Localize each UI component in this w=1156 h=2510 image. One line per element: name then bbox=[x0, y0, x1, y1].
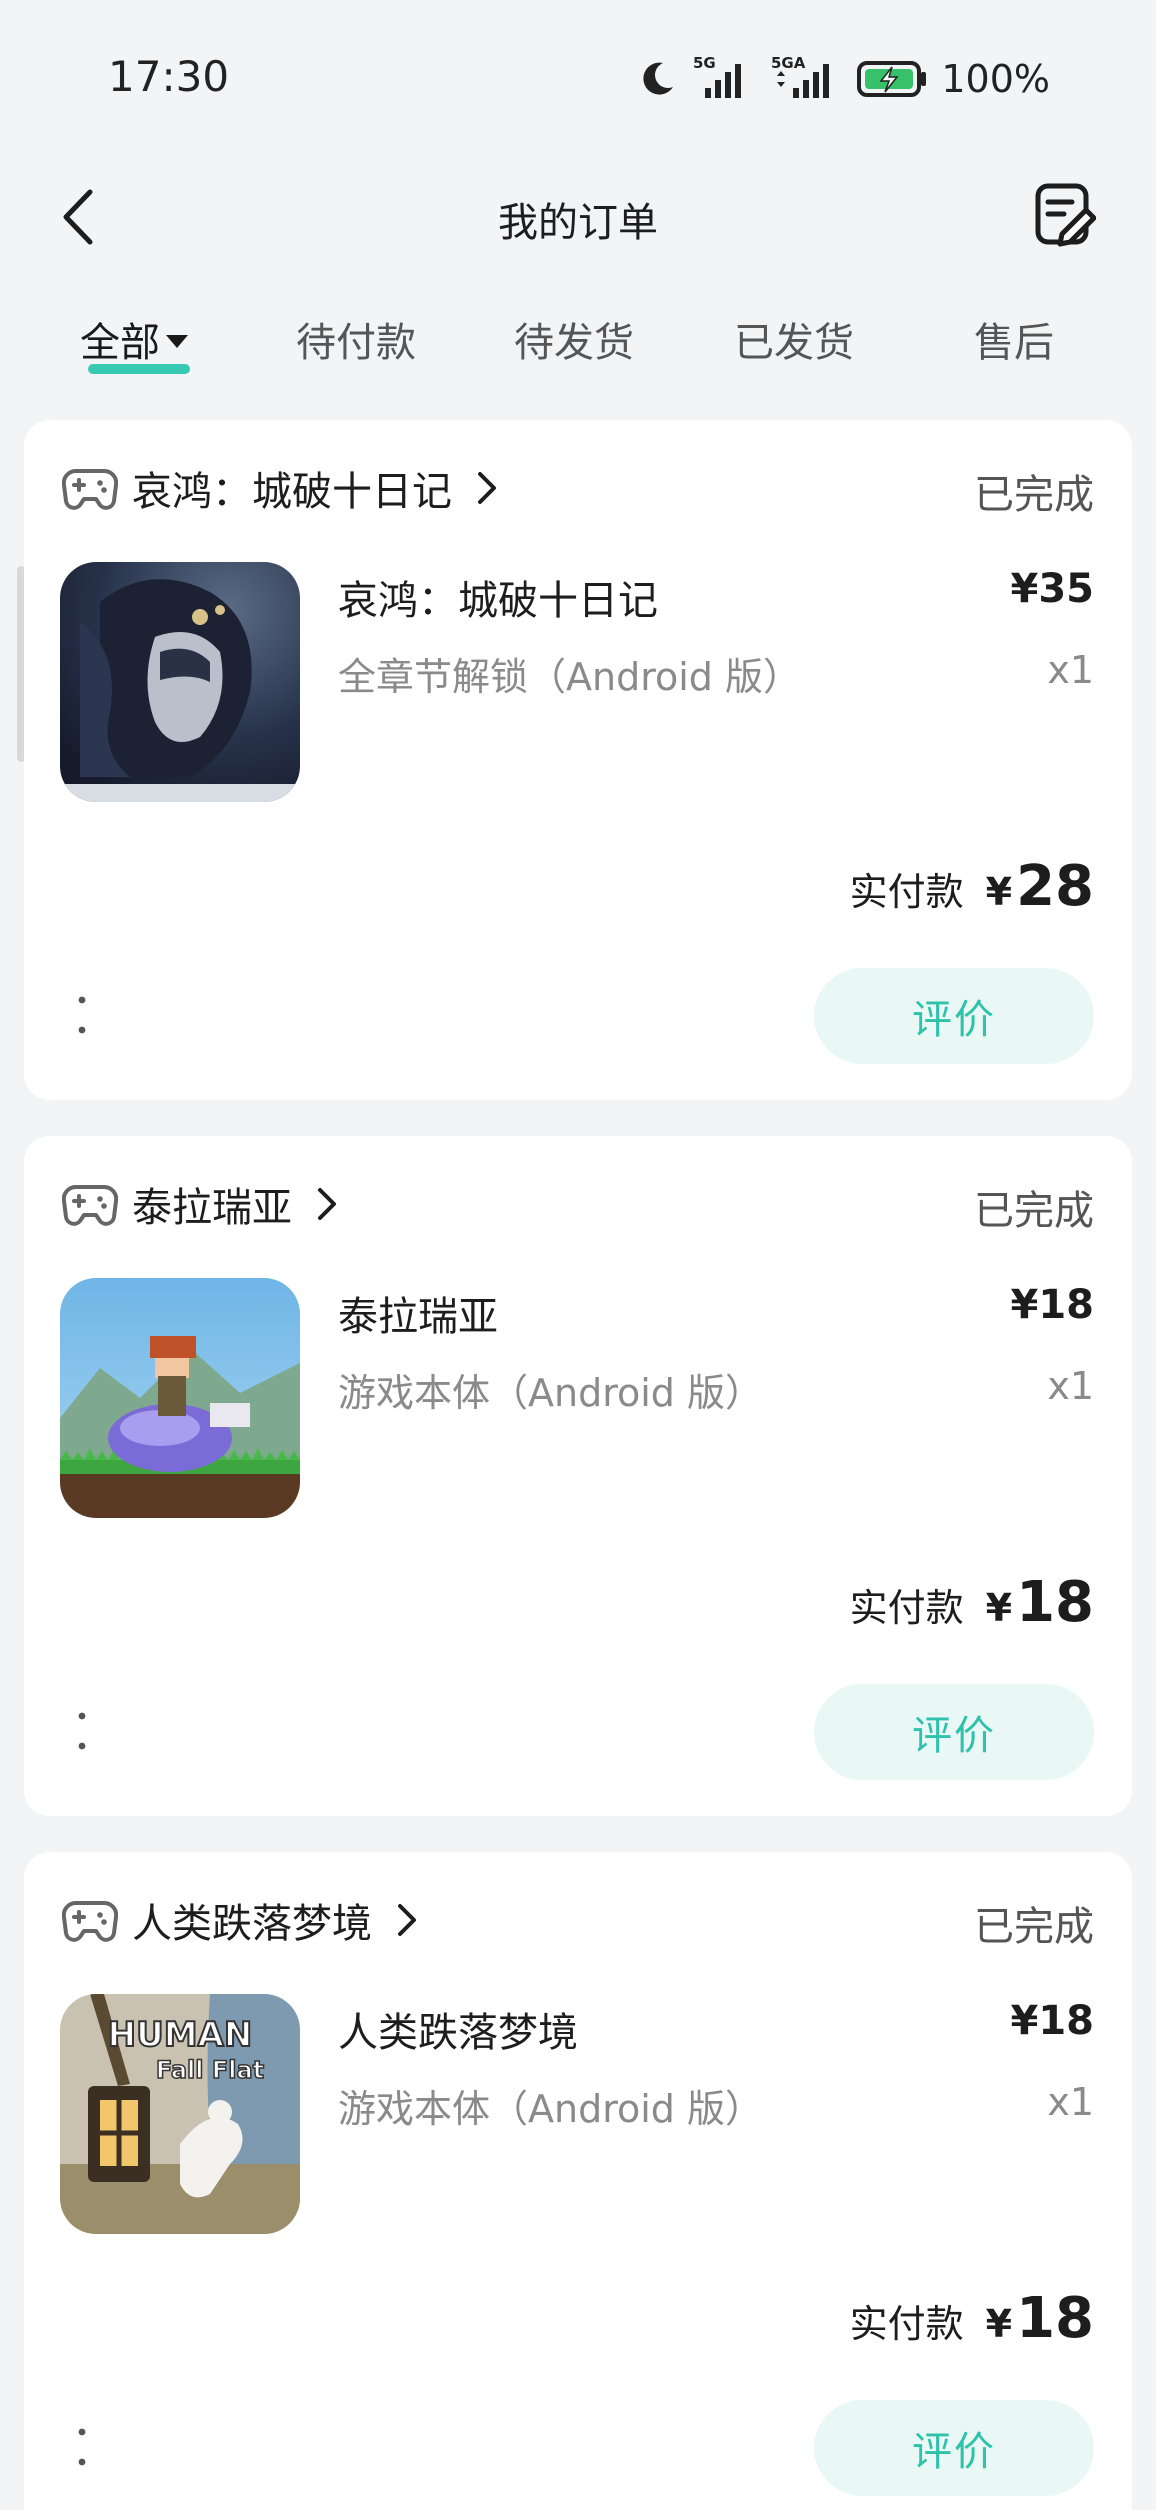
status-icons: 5G 5GA 100% bbox=[637, 54, 1050, 104]
store-link[interactable]: 泰拉瑞亚 bbox=[62, 1172, 338, 1236]
order-edit-icon[interactable] bbox=[1032, 180, 1096, 248]
paid-amount: ¥18 bbox=[986, 1570, 1094, 1635]
paid-amount: ¥18 bbox=[986, 2286, 1094, 2351]
battery-charging-icon bbox=[857, 61, 927, 97]
product-sku: 游戏本体（Android 版） bbox=[338, 2087, 763, 2131]
svg-text:5GA: 5GA bbox=[771, 54, 806, 72]
tab-pending-shipment[interactable]: 待发货 bbox=[514, 310, 634, 368]
store-link[interactable]: 人类跌落梦境 bbox=[62, 1888, 418, 1952]
order-card[interactable]: 泰拉瑞亚 已完成 泰拉瑞亚 ¥18 游戏本体（Android 版） x1 实付款… bbox=[24, 1136, 1132, 1816]
paid-label: 实付款 bbox=[849, 2302, 964, 2346]
paid-amount: ¥28 bbox=[986, 854, 1094, 919]
paid-amount-row: 实付款 ¥28 bbox=[850, 854, 1094, 919]
gamepad-icon bbox=[62, 1900, 118, 1942]
store-link[interactable]: 哀鸿：城破十日记 bbox=[62, 456, 498, 520]
product-quantity: x1 bbox=[1047, 1364, 1094, 1408]
tab-pending-payment[interactable]: 待付款 bbox=[296, 310, 416, 368]
order-status: 已完成 bbox=[974, 472, 1094, 518]
product-sku: 全章节解锁（Android 版） bbox=[338, 655, 801, 699]
paid-value: 18 bbox=[1016, 1570, 1094, 1635]
review-button[interactable]: 评价 bbox=[814, 968, 1094, 1064]
more-vertical-icon[interactable] bbox=[76, 2426, 88, 2468]
more-vertical-icon[interactable] bbox=[76, 994, 88, 1036]
review-button[interactable]: 评价 bbox=[814, 2400, 1094, 2496]
product-price: ¥18 bbox=[1010, 1282, 1095, 1328]
page-title: 我的订单 bbox=[498, 200, 658, 246]
signal-5ga-icon: 5GA bbox=[771, 54, 830, 98]
order-status: 已完成 bbox=[974, 1188, 1094, 1234]
active-tab-indicator bbox=[88, 364, 190, 374]
review-button[interactable]: 评价 bbox=[814, 1684, 1094, 1780]
currency-symbol: ¥ bbox=[985, 870, 1013, 914]
paid-amount-row: 实付款 ¥18 bbox=[850, 1570, 1094, 1635]
product-price: ¥35 bbox=[1010, 566, 1095, 612]
store-name: 人类跌落梦境 bbox=[132, 1901, 372, 1947]
product-title: 哀鸿：城破十日记 bbox=[338, 578, 658, 624]
svg-text:5G: 5G bbox=[693, 54, 716, 72]
tab-all[interactable]: 全部 bbox=[80, 310, 188, 368]
product-quantity: x1 bbox=[1047, 2080, 1094, 2124]
paid-value: 18 bbox=[1016, 2286, 1094, 2351]
caret-down-icon bbox=[166, 334, 188, 348]
order-status: 已完成 bbox=[974, 1904, 1094, 1950]
currency-symbol: ¥ bbox=[985, 1586, 1013, 1630]
product-thumbnail[interactable]: HUMAN Fall Flat bbox=[60, 1994, 300, 2234]
product-sku: 游戏本体（Android 版） bbox=[338, 1371, 763, 1415]
product-thumbnail[interactable] bbox=[60, 562, 300, 802]
store-name: 哀鸿：城破十日记 bbox=[132, 469, 452, 515]
svg-text:Fall Flat: Fall Flat bbox=[156, 2056, 264, 2084]
tab-shipped[interactable]: 已发货 bbox=[734, 310, 854, 368]
more-vertical-icon[interactable] bbox=[76, 1710, 88, 1752]
product-price: ¥18 bbox=[1010, 1998, 1095, 2044]
tab-after-sales[interactable]: 售后 bbox=[974, 310, 1054, 368]
paid-amount-row: 实付款 ¥18 bbox=[850, 2286, 1094, 2351]
chevron-right-icon bbox=[398, 1904, 416, 1936]
order-card[interactable]: 人类跌落梦境 已完成 HUMAN Fall Flat 人类跌落梦境 ¥18 游戏… bbox=[24, 1852, 1132, 2510]
signal-5g-icon: 5G bbox=[693, 54, 742, 98]
currency-symbol: ¥ bbox=[985, 2302, 1013, 2346]
gamepad-icon bbox=[62, 468, 118, 510]
chevron-right-icon bbox=[478, 472, 496, 504]
battery-percent: 100% bbox=[941, 57, 1050, 101]
order-card[interactable]: 哀鸿：城破十日记 已完成 哀鸿：城破十日记 ¥35 全章节解锁（Android … bbox=[24, 420, 1132, 1100]
product-title: 人类跌落梦境 bbox=[338, 2010, 578, 2056]
paid-value: 28 bbox=[1016, 854, 1094, 919]
svg-text:HUMAN: HUMAN bbox=[108, 2015, 253, 2055]
tab-label: 全部 bbox=[80, 320, 160, 366]
paid-label: 实付款 bbox=[849, 870, 964, 914]
gamepad-icon bbox=[62, 1184, 118, 1226]
product-quantity: x1 bbox=[1047, 648, 1094, 692]
order-tabs: 全部 待付款 待发货 已发货 售后 bbox=[0, 310, 1156, 390]
nav-bar: 我的订单 bbox=[0, 160, 1156, 270]
status-time: 17:30 bbox=[108, 52, 230, 101]
moon-icon bbox=[643, 62, 674, 95]
status-bar: 17:30 5G 5GA 100% bbox=[0, 0, 1156, 160]
store-name: 泰拉瑞亚 bbox=[132, 1185, 292, 1231]
product-thumbnail[interactable] bbox=[60, 1278, 300, 1518]
product-title: 泰拉瑞亚 bbox=[338, 1294, 498, 1340]
chevron-right-icon bbox=[318, 1188, 336, 1220]
paid-label: 实付款 bbox=[849, 1586, 964, 1630]
